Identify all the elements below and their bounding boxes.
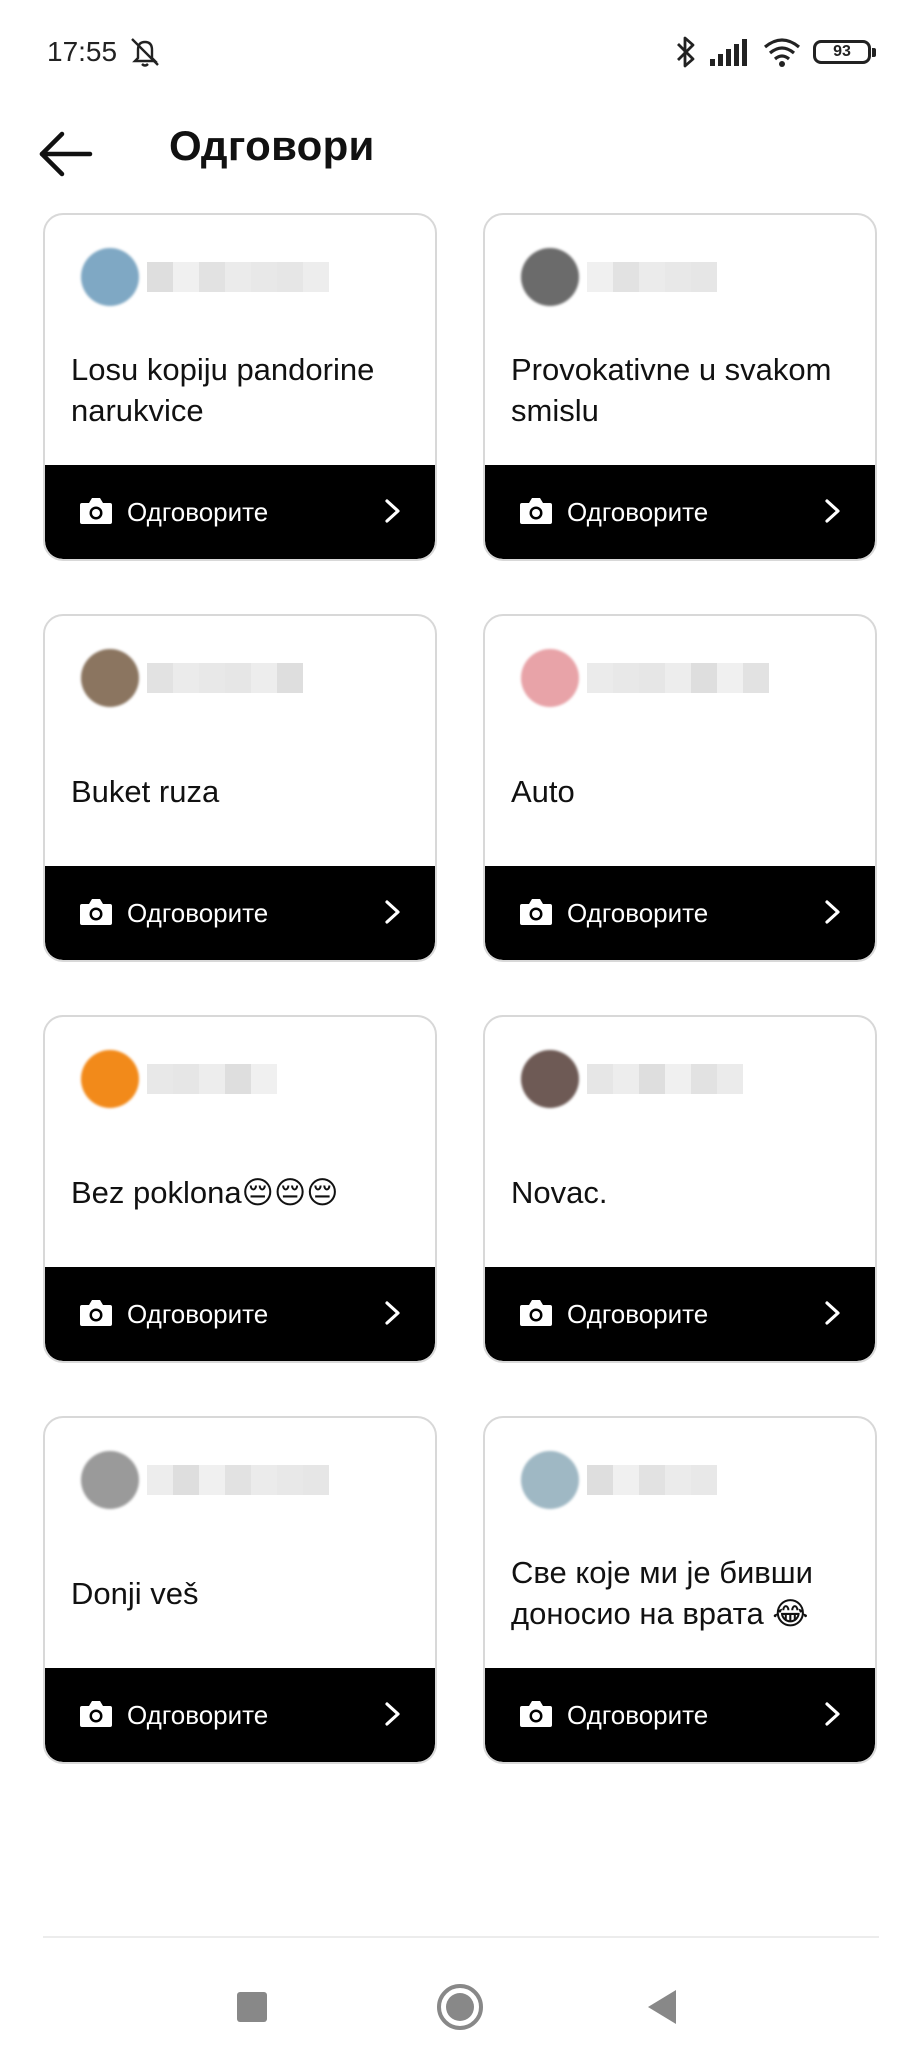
- card-text: Bez poklona😔😔😔: [71, 1174, 339, 1210]
- avatar[interactable]: [521, 248, 579, 306]
- reply-label: Одговорите: [567, 898, 709, 928]
- chevron-right-icon: [385, 1702, 400, 1726]
- response-card[interactable]: Donji veš Одговорите: [43, 1416, 437, 1764]
- reply-button[interactable]: Одговорите: [45, 465, 435, 559]
- card-text: Buket ruza: [71, 773, 220, 809]
- username-redacted: [147, 1465, 329, 1495]
- camera-icon: [520, 1701, 552, 1727]
- avatar[interactable]: [81, 1451, 139, 1509]
- camera-icon: [520, 899, 552, 925]
- signal-icon: [710, 39, 747, 66]
- page-title: Одговори: [169, 122, 375, 169]
- card-user[interactable]: [521, 245, 717, 309]
- camera-icon: [80, 899, 112, 925]
- header: Одговори: [0, 104, 921, 204]
- reply-button[interactable]: Одговорите: [45, 1267, 435, 1361]
- card-user[interactable]: [521, 1047, 743, 1111]
- chevron-right-icon: [385, 1301, 400, 1325]
- reply-label: Одговорите: [127, 497, 269, 527]
- reply-label: Одговорите: [127, 1700, 269, 1730]
- bluetooth-icon: [677, 36, 695, 68]
- avatar[interactable]: [521, 1451, 579, 1509]
- card-text: Provokativne u svakom smislu: [511, 352, 832, 428]
- card-text: Novac.: [511, 1174, 608, 1210]
- status-time: 17:55: [47, 36, 118, 67]
- camera-icon: [80, 498, 112, 524]
- status-bar: 17:55 93: [0, 0, 921, 104]
- card-text: Све које ми је бивши доносио на врата 😂: [511, 1555, 813, 1631]
- card-user[interactable]: [81, 1448, 329, 1512]
- response-card[interactable]: Provokativne u svakom smislu Одговорите: [483, 213, 877, 561]
- response-card[interactable]: Bez poklona😔😔😔 Одговорите: [43, 1015, 437, 1363]
- chevron-right-icon: [825, 1301, 840, 1325]
- camera-icon: [520, 498, 552, 524]
- reply-button[interactable]: Одговорите: [485, 1267, 875, 1361]
- wifi-icon: [763, 38, 801, 67]
- card-text: Auto: [511, 773, 575, 809]
- chevron-right-icon: [825, 499, 840, 523]
- reply-label: Одговорите: [567, 1700, 709, 1730]
- response-card[interactable]: Novac. Одговорите: [483, 1015, 877, 1363]
- reply-label: Одговорите: [127, 1299, 269, 1329]
- battery-level: 93: [833, 43, 851, 60]
- card-user[interactable]: [81, 646, 303, 710]
- reply-button[interactable]: Одговорите: [485, 866, 875, 960]
- username-redacted: [147, 1064, 277, 1094]
- camera-icon: [80, 1701, 112, 1727]
- avatar[interactable]: [81, 649, 139, 707]
- username-redacted: [587, 1064, 743, 1094]
- reply-button[interactable]: Одговорите: [45, 866, 435, 960]
- system-nav-bar: [0, 1940, 921, 2048]
- camera-icon: [80, 1300, 112, 1326]
- card-user[interactable]: [521, 646, 769, 710]
- card-text: Losu kopiju pandorine narukvice: [71, 352, 375, 428]
- chevron-right-icon: [385, 900, 400, 924]
- reply-button[interactable]: Одговорите: [45, 1668, 435, 1762]
- avatar[interactable]: [81, 1050, 139, 1108]
- reply-label: Одговорите: [567, 1299, 709, 1329]
- response-card[interactable]: Losu kopiju pandorine narukvice Одговорит…: [43, 213, 437, 561]
- reply-label: Одговорите: [127, 898, 269, 928]
- battery-icon: 93: [813, 40, 876, 64]
- divider: [43, 1936, 879, 1938]
- card-user[interactable]: [81, 245, 329, 309]
- home-button[interactable]: [437, 1984, 483, 2030]
- reply-button[interactable]: Одговорите: [485, 465, 875, 559]
- recent-apps-button[interactable]: [237, 1992, 267, 2022]
- reply-button[interactable]: Одговорите: [485, 1668, 875, 1762]
- response-card[interactable]: Auto Одговорите: [483, 614, 877, 962]
- response-card[interactable]: Све које ми је бивши доносио на врата 😂 О…: [483, 1416, 877, 1764]
- username-redacted: [587, 663, 769, 693]
- card-text: Donji veš: [71, 1575, 199, 1611]
- avatar[interactable]: [81, 248, 139, 306]
- chevron-right-icon: [825, 1702, 840, 1726]
- mute-icon: [131, 38, 159, 67]
- system-back-button[interactable]: [648, 1990, 676, 2024]
- responses-list[interactable]: ОдговоритеОдговоритеLosu kopiju pandorin…: [0, 204, 921, 1934]
- username-redacted: [147, 262, 329, 292]
- username-redacted: [587, 262, 717, 292]
- username-redacted: [587, 1465, 717, 1495]
- chevron-right-icon: [825, 900, 840, 924]
- avatar[interactable]: [521, 649, 579, 707]
- response-card[interactable]: Buket ruza Одговорите: [43, 614, 437, 962]
- card-user[interactable]: [521, 1448, 717, 1512]
- camera-icon: [520, 1300, 552, 1326]
- card-user[interactable]: [81, 1047, 277, 1111]
- arrow-left-icon[interactable]: [36, 126, 96, 182]
- avatar[interactable]: [521, 1050, 579, 1108]
- status-icons: 93: [675, 32, 876, 72]
- reply-label: Одговорите: [567, 497, 709, 527]
- username-redacted: [147, 663, 303, 693]
- chevron-right-icon: [385, 499, 400, 523]
